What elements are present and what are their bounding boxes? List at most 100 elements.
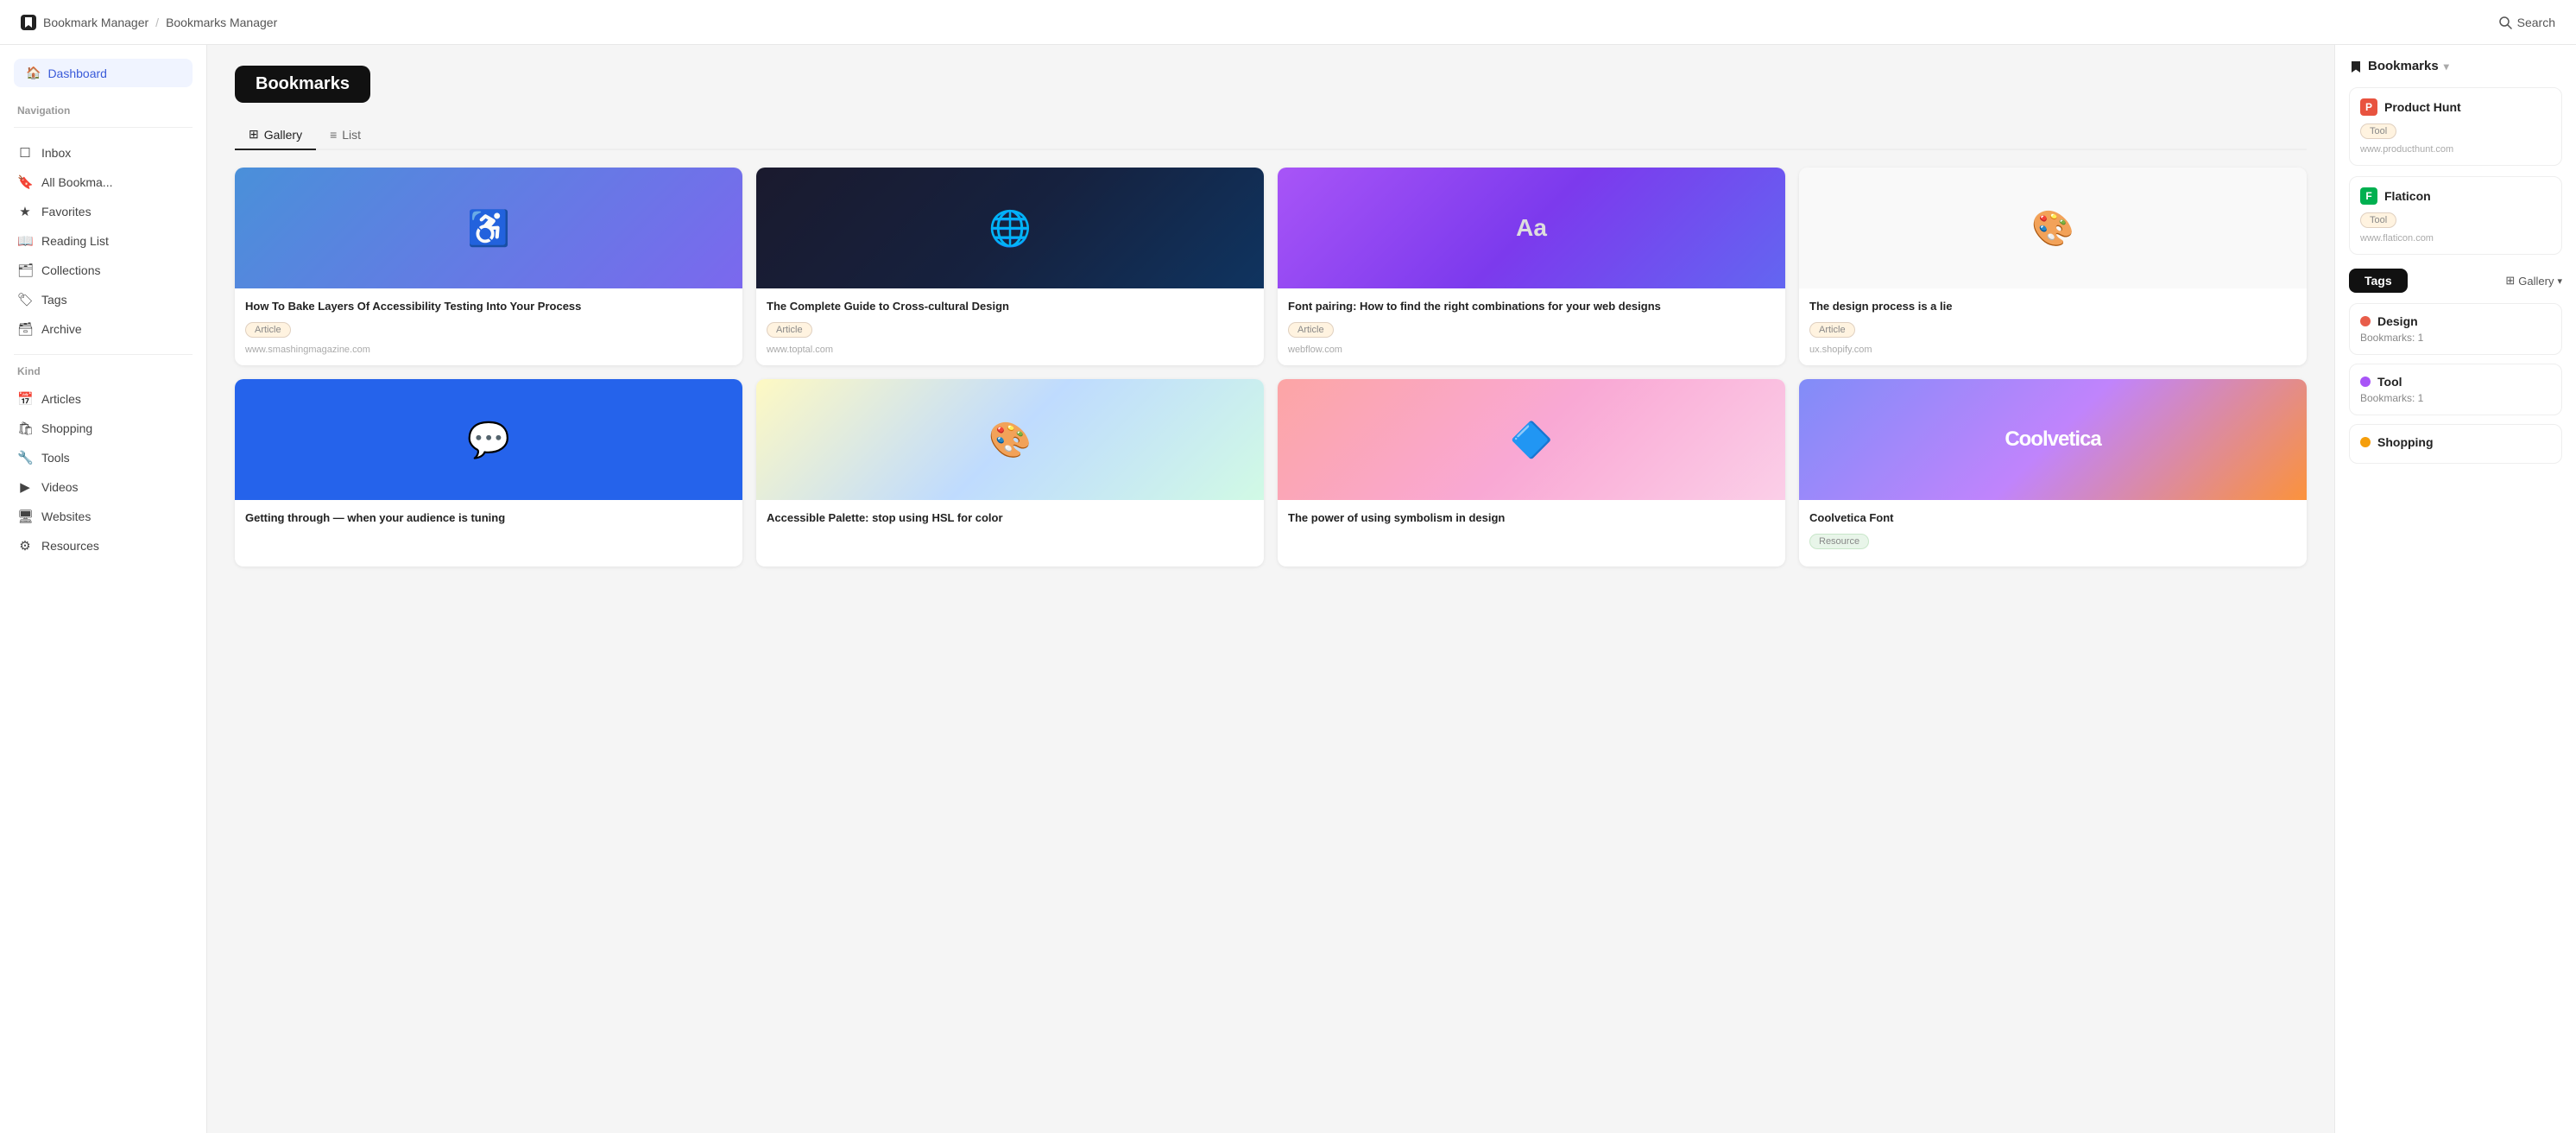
- sidebar-item-favorites-label: Favorites: [41, 205, 92, 218]
- card-url-accessibility: www.smashingmagazine.com: [245, 345, 732, 355]
- card-title-crosscultural: The Complete Guide to Cross-cultural Des…: [767, 299, 1253, 314]
- search-label: Search: [2517, 16, 2555, 29]
- gallery-toggle[interactable]: ⊞ Gallery ▾: [2505, 274, 2562, 288]
- websites-icon: 🖥: [17, 509, 33, 524]
- right-panel-title: Bookmarks: [2368, 59, 2439, 73]
- bookmarks-title-bar: Bookmarks: [235, 66, 2307, 103]
- card-thumb-fontpairing: Aa: [1278, 168, 1785, 288]
- navigation-section-title: Navigation: [0, 104, 206, 117]
- sidebar-item-articles[interactable]: 📅 Articles: [0, 384, 206, 414]
- sidebar-item-tools-label: Tools: [41, 451, 70, 465]
- card-title-designprocess: The design process is a lie: [1809, 299, 2296, 314]
- sidebar-item-tags-label: Tags: [41, 293, 67, 307]
- sidebar-item-archive[interactable]: 🗃 Archive: [0, 314, 206, 344]
- bookmark-manager-logo: [21, 15, 36, 30]
- bookmark-panel-icon: [2349, 60, 2363, 73]
- card-thumb-coolvetica: Coolvetica: [1799, 379, 2307, 500]
- collections-icon: 🗂: [17, 263, 33, 278]
- bookmark-icon: 🔖: [17, 174, 33, 190]
- videos-icon: ▶: [17, 479, 33, 495]
- flaticon-name: Flaticon: [2384, 189, 2431, 203]
- app-title: Bookmark Manager: [43, 16, 148, 29]
- design-tag-dot: [2360, 316, 2371, 326]
- product-hunt-icon: P: [2360, 98, 2377, 116]
- flaticon-icon: F: [2360, 187, 2377, 205]
- tools-icon: 🔧: [17, 450, 33, 465]
- home-icon: 🏠: [26, 66, 41, 80]
- tags-title: Tags: [2349, 269, 2408, 293]
- card-url-designprocess: ux.shopify.com: [1809, 345, 2296, 355]
- bookmark-flaticon[interactable]: F Flaticon Tool www.flaticon.com: [2349, 176, 2562, 255]
- card-title-gettingthrough: Getting through — when your audience is …: [245, 510, 732, 526]
- tags-section-header: Tags ⊞ Gallery ▾: [2349, 269, 2562, 293]
- gallery-toggle-label: Gallery: [2518, 275, 2554, 288]
- card-tag-accessibility: Article: [245, 322, 291, 338]
- sidebar-item-websites[interactable]: 🖥 Websites: [0, 502, 206, 531]
- sidebar-item-tools[interactable]: 🔧 Tools: [0, 443, 206, 472]
- breadcrumb-label: Bookmarks Manager: [166, 16, 277, 29]
- sidebar-item-reading-list[interactable]: 📖 Reading List: [0, 226, 206, 256]
- right-panel-header: Bookmarks ▾: [2349, 59, 2562, 73]
- card-crosscultural[interactable]: 🌐 The Complete Guide to Cross-cultural D…: [756, 168, 1264, 365]
- card-coolvetica[interactable]: Coolvetica Coolvetica Font Resource: [1799, 379, 2307, 566]
- content-list-icon: ≡: [330, 128, 337, 142]
- search-icon: [2498, 16, 2512, 29]
- card-accessibility[interactable]: ♿ How To Bake Layers Of Accessibility Te…: [235, 168, 742, 365]
- resources-icon: ⚙: [17, 538, 33, 554]
- design-tag-label: Design: [2377, 314, 2418, 328]
- kind-divider: [14, 354, 193, 355]
- bookmark-product-hunt[interactable]: P Product Hunt Tool www.producthunt.com: [2349, 87, 2562, 166]
- articles-icon: 📅: [17, 391, 33, 407]
- card-symbolism[interactable]: 🔷 The power of using symbolism in design: [1278, 379, 1785, 566]
- card-title-accessibility: How To Bake Layers Of Accessibility Test…: [245, 299, 732, 314]
- card-tag-crosscultural: Article: [767, 322, 812, 338]
- card-title-fontpairing: Font pairing: How to find the right comb…: [1288, 299, 1775, 314]
- card-designprocess[interactable]: 🎨 The design process is a lie Article ux…: [1799, 168, 2307, 365]
- card-gettingthrough[interactable]: 💬 Getting through — when your audience i…: [235, 379, 742, 566]
- content-list-label: List: [342, 128, 361, 142]
- content-tab-gallery[interactable]: ⊞ Gallery: [235, 120, 316, 150]
- chevron-gallery-icon: ▾: [2557, 275, 2562, 287]
- dashboard-button[interactable]: 🏠 Dashboard: [14, 59, 193, 87]
- sidebar-item-favorites[interactable]: ★ Favorites: [0, 197, 206, 226]
- sidebar-item-inbox[interactable]: ☐ Inbox: [0, 138, 206, 168]
- sidebar-item-resources[interactable]: ⚙ Resources: [0, 531, 206, 560]
- sidebar-item-all-bookmarks[interactable]: 🔖 All Bookma...: [0, 168, 206, 197]
- flaticon-url: www.flaticon.com: [2360, 233, 2551, 244]
- sidebar-item-shopping[interactable]: 🛍 Shopping: [0, 414, 206, 443]
- search-button[interactable]: Search: [2498, 16, 2555, 29]
- card-url-fontpairing: webflow.com: [1288, 345, 1775, 355]
- content-gallery-label: Gallery: [264, 128, 302, 142]
- main-layout: 🏠 Dashboard Navigation ☐ Inbox 🔖 All Boo…: [0, 45, 2576, 1133]
- gallery-toggle-icon: ⊞: [2505, 274, 2515, 288]
- content-gallery-icon: ⊞: [249, 127, 259, 142]
- inbox-icon: ☐: [17, 145, 33, 161]
- sidebar-item-collections[interactable]: 🗂 Collections: [0, 256, 206, 285]
- card-title-palette: Accessible Palette: stop using HSL for c…: [767, 510, 1253, 526]
- card-title-symbolism: The power of using symbolism in design: [1288, 510, 1775, 526]
- content-tab-list[interactable]: ≡ List: [316, 121, 375, 149]
- shopping-tag-label: Shopping: [2377, 435, 2434, 449]
- right-panel: Bookmarks ▾ P Product Hunt Tool www.prod…: [2334, 45, 2576, 1133]
- sidebar-item-websites-label: Websites: [41, 510, 91, 523]
- sidebar-item-videos[interactable]: ▶ Videos: [0, 472, 206, 502]
- tool-tag-dot: [2360, 377, 2371, 387]
- tags-nav-icon: 🏷: [17, 292, 33, 307]
- sidebar-item-archive-label: Archive: [41, 322, 82, 336]
- design-tag-count: Bookmarks: 1: [2360, 332, 2551, 344]
- sidebar-item-inbox-label: Inbox: [41, 146, 71, 160]
- tag-shopping[interactable]: Shopping: [2349, 424, 2562, 464]
- card-fontpairing[interactable]: Aa Font pairing: How to find the right c…: [1278, 168, 1785, 365]
- card-url-crosscultural: www.toptal.com: [767, 345, 1253, 355]
- tool-tag-count: Bookmarks: 1: [2360, 392, 2551, 404]
- card-thumb-symbolism: 🔷: [1278, 379, 1785, 500]
- tag-design[interactable]: Design Bookmarks: 1: [2349, 303, 2562, 355]
- card-palette[interactable]: 🎨 Accessible Palette: stop using HSL for…: [756, 379, 1264, 566]
- card-thumb-accessibility: ♿: [235, 168, 742, 288]
- card-thumb-gettingthrough: 💬: [235, 379, 742, 500]
- topbar: Bookmark Manager / Bookmarks Manager Sea…: [0, 0, 2576, 45]
- sidebar-item-tags[interactable]: 🏷 Tags: [0, 285, 206, 314]
- tag-tool[interactable]: Tool Bookmarks: 1: [2349, 364, 2562, 415]
- sidebar-item-shopping-label: Shopping: [41, 421, 92, 435]
- card-thumb-crosscultural: 🌐: [756, 168, 1264, 288]
